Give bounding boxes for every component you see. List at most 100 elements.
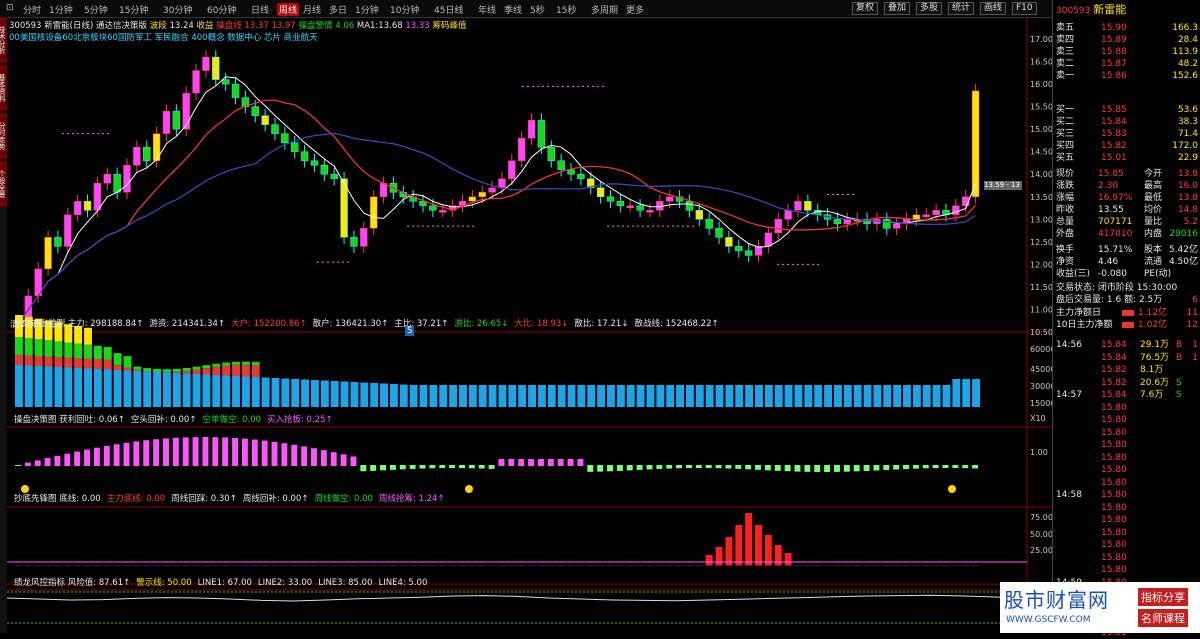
- toolbar-item[interactable]: 15秒: [556, 3, 576, 16]
- toolbar-item[interactable]: 月线: [303, 3, 321, 16]
- panel-value: LINE3: 85.00: [318, 578, 372, 588]
- bid-row[interactable]: 买一15.8553.6: [1056, 104, 1198, 116]
- toolbar-item[interactable]: 45日线: [434, 3, 463, 16]
- bottom-bar: [893, 565, 900, 566]
- panel-title[interactable]: 操盘决策图: [14, 415, 59, 425]
- indicator-name[interactable]: 通达信决策版: [96, 21, 147, 31]
- decision-bar: [765, 465, 771, 470]
- decision-bar: [844, 465, 850, 472]
- flow-bar-main: [607, 385, 615, 407]
- flow-bar-hot: [114, 353, 122, 365]
- price-tick: 16.50: [1030, 58, 1052, 67]
- decision-bar: [74, 452, 80, 466]
- toolbar-item[interactable]: 5分钟: [84, 3, 108, 16]
- candle: [380, 183, 387, 197]
- watermark-logo: 股市财富网 WWW.GSCFW.COM 指标分享 名师课程: [1000, 582, 1200, 633]
- flow-bar-big: [64, 358, 72, 368]
- price-tick: 11.00: [1030, 305, 1052, 314]
- bid-row[interactable]: 买五15.0122.9: [1056, 152, 1198, 164]
- toolbar-item[interactable]: 日线: [251, 3, 269, 16]
- flow-bar-big: [222, 366, 230, 376]
- bottom-bar: [193, 565, 200, 566]
- toolbar-right-button[interactable]: 复权: [852, 2, 878, 15]
- toolbar-item[interactable]: ⊡: [6, 3, 14, 13]
- decision-bar: [35, 460, 41, 466]
- share-tag[interactable]: 指标分享: [1138, 588, 1188, 606]
- left-tab[interactable]: 基本资料: [0, 65, 7, 111]
- flow-bar-main: [252, 377, 260, 407]
- panel-value: 主比: 37.21↑: [394, 319, 448, 329]
- candle: [795, 201, 802, 210]
- bid-row[interactable]: 买四15.82172.0: [1056, 140, 1198, 152]
- course-tag[interactable]: 名师课程: [1138, 609, 1188, 627]
- left-tab[interactable]: 分时走势: [0, 113, 7, 159]
- toolbar-item[interactable]: 周线: [277, 3, 299, 16]
- flow-bar-main: [716, 385, 724, 407]
- flow-bar-main: [893, 385, 901, 407]
- ask-row[interactable]: 卖三15.88113.9: [1056, 46, 1198, 58]
- decision-bar: [242, 439, 248, 466]
- panel-title[interactable]: 主力进出监测: [14, 319, 68, 329]
- decision-bar: [499, 459, 505, 466]
- bid-row[interactable]: 买三15.8371.4: [1056, 128, 1198, 140]
- bottom-bar: [864, 565, 871, 566]
- bottom-bar: [686, 565, 693, 566]
- bid-row[interactable]: 买二15.8438.3: [1056, 116, 1198, 128]
- panel-title[interactable]: 绩龙风控指标: [14, 578, 68, 588]
- toolbar-item[interactable]: 多日: [329, 3, 347, 16]
- bottom-bar: [923, 565, 930, 566]
- left-tab[interactable]: 技术分析: [0, 17, 7, 63]
- ask-row[interactable]: 卖一15.86152.6: [1056, 70, 1198, 82]
- toolbar-item[interactable]: 多周期: [591, 3, 618, 16]
- toolbar-right-button[interactable]: 多股: [916, 2, 942, 15]
- toolbar-item[interactable]: 10分钟: [390, 3, 419, 16]
- decision-bar: [459, 465, 465, 468]
- candle: [666, 197, 673, 202]
- stock-code: 300593: [1056, 6, 1093, 16]
- toolbar-item[interactable]: 季线: [504, 3, 522, 16]
- flow-bar-main: [972, 379, 980, 407]
- ask-row[interactable]: 卖五15.90166.3: [1056, 22, 1198, 34]
- toolbar-item[interactable]: 30分钟: [163, 3, 192, 16]
- decision-bar: [400, 465, 406, 469]
- gain-label: 收益: [196, 21, 213, 31]
- toolbar-item[interactable]: 5秒: [530, 3, 545, 16]
- flow-bar-main: [262, 378, 270, 408]
- toolbar-item[interactable]: 60分钟: [207, 3, 236, 16]
- candle: [252, 107, 259, 116]
- candle: [45, 237, 52, 269]
- flow-bar-hot: [133, 367, 141, 370]
- toolbar-item[interactable]: 年线: [478, 3, 496, 16]
- toolbar-item[interactable]: 1分钟: [49, 3, 73, 16]
- bottom-bar: [854, 565, 861, 566]
- toolbar-item[interactable]: 分时: [23, 3, 41, 16]
- bottom-bar: [439, 565, 446, 566]
- decision-bar: [222, 437, 228, 466]
- value-f: 13.33: [405, 21, 429, 31]
- toolbar-item[interactable]: 1分钟: [355, 3, 379, 16]
- candle: [183, 93, 190, 129]
- panel-value: LINE1: 67.00: [198, 578, 252, 588]
- toolbar-item[interactable]: 15分钟: [119, 3, 148, 16]
- decision-bar: [163, 438, 169, 466]
- toolbar-item[interactable]: 更多: [626, 3, 644, 16]
- ask-row[interactable]: 卖二15.8748.2: [1056, 58, 1198, 70]
- flow-bar-hot: [163, 369, 171, 372]
- panel-value: 买入抢板: 0.25↑: [267, 415, 333, 425]
- toolbar-right-button[interactable]: 统计: [948, 2, 974, 15]
- decision-bar: [775, 465, 781, 471]
- ask-row[interactable]: 卖四15.8928.4: [1056, 34, 1198, 46]
- panel-axis-tick: 25.00: [1030, 546, 1052, 555]
- flow-bar-hot: [74, 344, 82, 358]
- decision-bar: [735, 465, 741, 469]
- toolbar-right-button[interactable]: 画线: [980, 2, 1006, 15]
- decision-bar: [469, 465, 475, 468]
- bottom-bar: [242, 565, 249, 566]
- decision-bar: [84, 450, 90, 466]
- bottom-bar: [804, 565, 811, 566]
- tick-row: 15.80: [1056, 414, 1198, 426]
- toolbar-right-button[interactable]: F10: [1012, 2, 1037, 15]
- left-tab[interactable]: 个股全景: [0, 161, 7, 207]
- panel-title[interactable]: 抄底先锋图: [14, 494, 59, 504]
- toolbar-right-button[interactable]: 叠加: [884, 2, 910, 15]
